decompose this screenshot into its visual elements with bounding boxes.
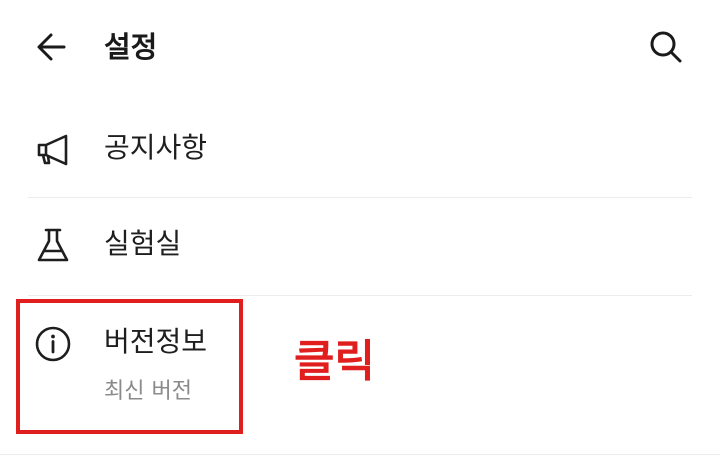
back-button[interactable] bbox=[28, 26, 76, 68]
info-icon bbox=[30, 321, 76, 367]
menu-item-label: 실험실 bbox=[104, 227, 182, 260]
flask-icon bbox=[30, 223, 76, 269]
app-header: 설정 bbox=[0, 0, 720, 96]
version-status-text: 최신 버전 bbox=[104, 379, 192, 404]
divider bbox=[0, 454, 720, 455]
menu-item-label: 공지사항 bbox=[104, 131, 208, 164]
menu-item-notices[interactable]: 공지사항 bbox=[0, 100, 720, 196]
megaphone-icon bbox=[30, 127, 76, 173]
menu-item-label: 버전정보 bbox=[104, 325, 208, 358]
arrow-left-icon bbox=[37, 33, 66, 61]
click-annotation: 클릭 bbox=[294, 336, 375, 387]
search-button[interactable] bbox=[642, 24, 690, 70]
search-icon bbox=[650, 31, 682, 63]
menu-item-lab[interactable]: 실험실 bbox=[0, 198, 720, 294]
page-title: 설정 bbox=[104, 30, 158, 64]
